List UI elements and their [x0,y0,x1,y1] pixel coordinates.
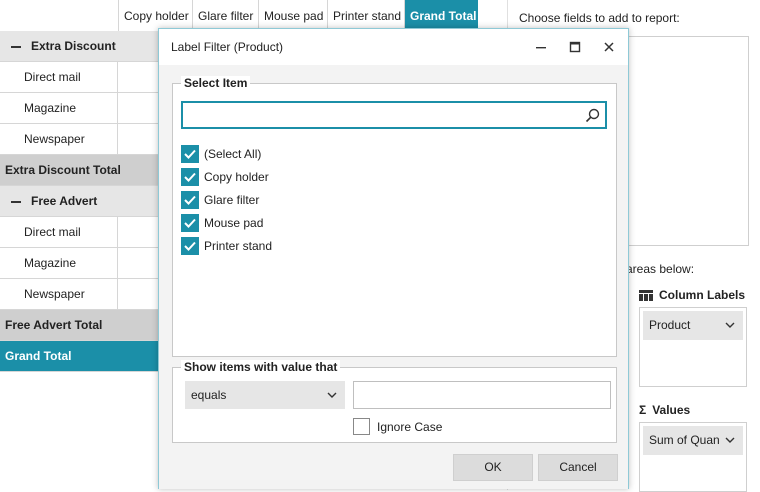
condition-group: Show items with value that equals Ignore… [172,360,617,443]
row-label: Newspaper [0,279,118,310]
dialog-body: Select Item (Select All) Copy holder Gla… [159,65,628,489]
filter-value-input[interactable] [353,381,611,409]
select-item-group: Select Item (Select All) Copy holder Gla… [172,76,617,357]
row-label: Direct mail [0,217,118,248]
row-label: Extra Discount [31,39,116,53]
chip-label: Product [649,318,691,332]
chip-label: Sum of Quan [649,433,720,447]
row-subtotal-free-advert[interactable]: Free Advert Total [0,310,158,341]
close-icon [604,42,614,52]
checkbox-checked-icon[interactable] [181,168,199,186]
checkbox-checked-icon[interactable] [181,145,199,163]
minimize-button[interactable] [524,29,558,65]
row-label: Free Advert [31,194,98,208]
maximize-button[interactable] [558,29,592,65]
column-labels-title: Column Labels [659,288,746,302]
table-row[interactable]: Newspaper [0,279,158,310]
columns-icon [639,289,653,301]
row-subtotal-extra-discount[interactable]: Extra Discount Total [0,155,158,186]
checkbox-mouse-pad[interactable]: Mouse pad [181,213,263,233]
dialog-title: Label Filter (Product) [171,40,284,54]
dialog-titlebar[interactable]: Label Filter (Product) [159,29,628,65]
operator-value: equals [191,388,227,402]
row-label: Newspaper [0,124,118,155]
table-row[interactable]: Magazine [0,93,158,124]
row-grand-total[interactable]: Grand Total [0,341,158,372]
search-input[interactable] [181,101,607,129]
values-area-title: Σ Values [639,403,690,417]
row-label: Free Advert Total [5,318,103,332]
chevron-down-icon[interactable] [327,381,337,419]
row-group-extra-discount[interactable]: Extra Discount [0,31,158,62]
select-item-legend: Select Item [181,76,251,90]
row-label: Direct mail [0,62,118,93]
sigma-icon: Σ [639,403,647,417]
table-row[interactable]: Magazine [0,248,158,279]
table-row[interactable]: Direct mail [0,217,158,248]
checkbox-label: Printer stand [204,239,273,253]
cancel-button[interactable]: Cancel [538,454,618,481]
condition-legend: Show items with value that [181,360,341,374]
areas-hint-text: areas below: [626,262,695,276]
values-title: Values [652,403,691,417]
values-area[interactable]: Sum of Quan [639,422,747,492]
checkbox-copy-holder[interactable]: Copy holder [181,167,269,187]
checkbox-label: Glare filter [204,193,260,207]
row-group-free-advert[interactable]: Free Advert [0,186,158,217]
label-filter-dialog: Label Filter (Product) Select Item (Sele… [158,28,629,489]
ok-button[interactable]: OK [453,454,533,481]
checkbox-label: Mouse pad [204,216,264,230]
checkbox-printer-stand[interactable]: Printer stand [181,236,272,256]
checkbox-checked-icon[interactable] [181,214,199,232]
sum-of-quantity-chip[interactable]: Sum of Quan [643,426,743,455]
close-button[interactable] [592,29,626,65]
field-list-title: Choose fields to add to report: [519,11,680,25]
table-row[interactable]: Direct mail [0,62,158,93]
checkbox-label: Copy holder [204,170,269,184]
row-label: Extra Discount Total [5,163,121,177]
ignore-case-label: Ignore Case [377,419,443,434]
chevron-down-icon[interactable] [725,311,735,340]
row-label: Grand Total [5,349,72,363]
ignore-case-checkbox[interactable]: Ignore Case [353,418,442,435]
product-field-chip[interactable]: Product [643,311,743,340]
minimize-icon [536,47,546,49]
operator-dropdown[interactable]: equals [185,381,345,409]
column-labels-area-title: Column Labels [639,288,745,302]
checkbox-checked-icon[interactable] [181,191,199,209]
row-label: Magazine [0,248,118,279]
chevron-down-icon[interactable] [725,426,735,455]
checkbox-label: (Select All) [204,147,262,161]
checkbox-select-all[interactable]: (Select All) [181,144,261,164]
checkbox-checked-icon[interactable] [181,237,199,255]
maximize-icon [569,41,581,53]
checkbox-unchecked-icon[interactable] [353,418,370,435]
row-label: Magazine [0,93,118,124]
search-icon[interactable] [585,108,600,123]
checkbox-glare-filter[interactable]: Glare filter [181,190,259,210]
table-row[interactable]: Newspaper [0,124,158,155]
column-labels-area[interactable]: Product [639,307,747,387]
